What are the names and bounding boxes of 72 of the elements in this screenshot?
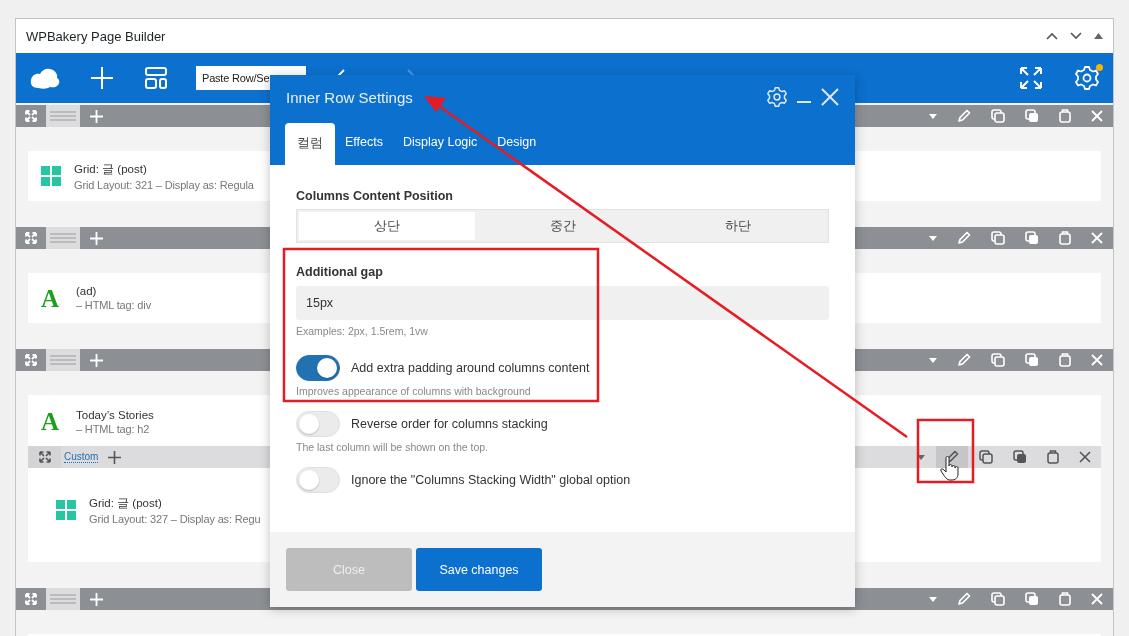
- layout-icon[interactable]: [144, 66, 168, 90]
- hand-cursor-icon: [940, 456, 959, 481]
- cloud-logo-icon[interactable]: [30, 66, 60, 90]
- field-label: Columns Content Position: [296, 189, 453, 203]
- copy-icon[interactable]: [1025, 109, 1039, 123]
- clone-icon[interactable]: [991, 592, 1005, 606]
- triangle-up-icon[interactable]: [1094, 33, 1103, 39]
- text-block-icon: A: [41, 285, 63, 311]
- clone-icon[interactable]: [979, 450, 993, 464]
- caret-icon[interactable]: [929, 596, 937, 602]
- field-label: Additional gap: [296, 265, 383, 279]
- edit-button[interactable]: [936, 446, 968, 468]
- caret-icon[interactable]: [929, 235, 937, 241]
- element-title: Grid: 글 (post): [89, 495, 163, 511]
- paste-icon[interactable]: [1059, 109, 1071, 123]
- fullscreen-icon[interactable]: [1019, 66, 1043, 90]
- element-subtitle: – HTML tag: h2: [76, 422, 151, 435]
- chevron-up-icon[interactable]: [1046, 32, 1058, 40]
- toggle-label: Ignore the "Columns Stacking Width" global option: [351, 473, 631, 487]
- element-subtitle: Grid Layout: 327 – Display as: Regu: [89, 512, 261, 525]
- clone-icon[interactable]: [991, 231, 1005, 245]
- add-icon[interactable]: [108, 450, 122, 464]
- element-title: Today’s Stories: [76, 408, 154, 421]
- delete-icon[interactable]: [1079, 451, 1091, 463]
- position-option[interactable]: 중간: [474, 212, 651, 240]
- element-subtitle: Grid Layout: 321 – Display as: Regula: [74, 178, 254, 191]
- drag-handle[interactable]: [46, 105, 80, 127]
- examples-hint: Examples: 2px, 1.5rem, 1vw: [296, 325, 428, 337]
- grid-icon: [41, 166, 61, 186]
- element-title: (ad): [76, 285, 98, 297]
- copy-icon[interactable]: [1025, 592, 1039, 606]
- toggle-switch[interactable]: [296, 355, 340, 381]
- layout-link[interactable]: Custom: [64, 451, 99, 463]
- tab[interactable]: Display Logic: [393, 123, 488, 165]
- toggle-hint: Improves appearance of columns with background: [296, 385, 532, 397]
- toggle-hint: The last column will be shown on the top.: [296, 441, 490, 453]
- text-block-icon: A: [41, 409, 63, 434]
- dialog-title: Inner Row Settings: [286, 88, 413, 106]
- copy-icon[interactable]: [1025, 353, 1039, 367]
- drag-handle[interactable]: [46, 349, 80, 371]
- gap-input-field[interactable]: 15px: [296, 286, 829, 320]
- drag-handle[interactable]: [46, 227, 80, 249]
- plus-icon[interactable]: [90, 66, 114, 90]
- paste-icon[interactable]: [1047, 450, 1059, 464]
- caret-icon[interactable]: [929, 357, 937, 363]
- clone-icon[interactable]: [991, 353, 1005, 367]
- copy-icon[interactable]: [1013, 450, 1027, 464]
- caret-icon[interactable]: [929, 113, 937, 119]
- caret-icon[interactable]: [917, 454, 925, 460]
- element-title: Grid: 글 (post): [74, 161, 148, 177]
- tab[interactable]: Effects: [335, 123, 393, 165]
- close-icon[interactable]: [821, 88, 839, 106]
- toggle-label: Reverse order for columns stacking: [351, 417, 548, 431]
- settings-icon[interactable]: [767, 87, 787, 107]
- position-option[interactable]: 하단: [650, 212, 826, 240]
- drag-handle[interactable]: [46, 588, 80, 610]
- chevron-down-icon[interactable]: [1070, 32, 1082, 40]
- paste-icon[interactable]: [1059, 592, 1071, 606]
- highlight-box: [916, 418, 975, 484]
- element-subtitle: – HTML tag: div: [76, 299, 151, 311]
- paste-icon[interactable]: [1059, 231, 1071, 245]
- tab[interactable]: 컬럼: [285, 123, 335, 165]
- grid-icon: [56, 500, 76, 520]
- paste-icon[interactable]: [1059, 353, 1071, 367]
- save-button[interactable]: Save changes: [416, 548, 542, 591]
- copy-icon[interactable]: [1025, 231, 1039, 245]
- clone-icon[interactable]: [991, 109, 1005, 123]
- expand-icon[interactable]: [38, 451, 51, 463]
- panel-title: WPBakery Page Builder: [26, 28, 166, 44]
- position-option[interactable]: 상단: [299, 212, 475, 240]
- toggle-label: Add extra padding around columns content: [351, 361, 590, 375]
- tab[interactable]: Design: [487, 123, 547, 165]
